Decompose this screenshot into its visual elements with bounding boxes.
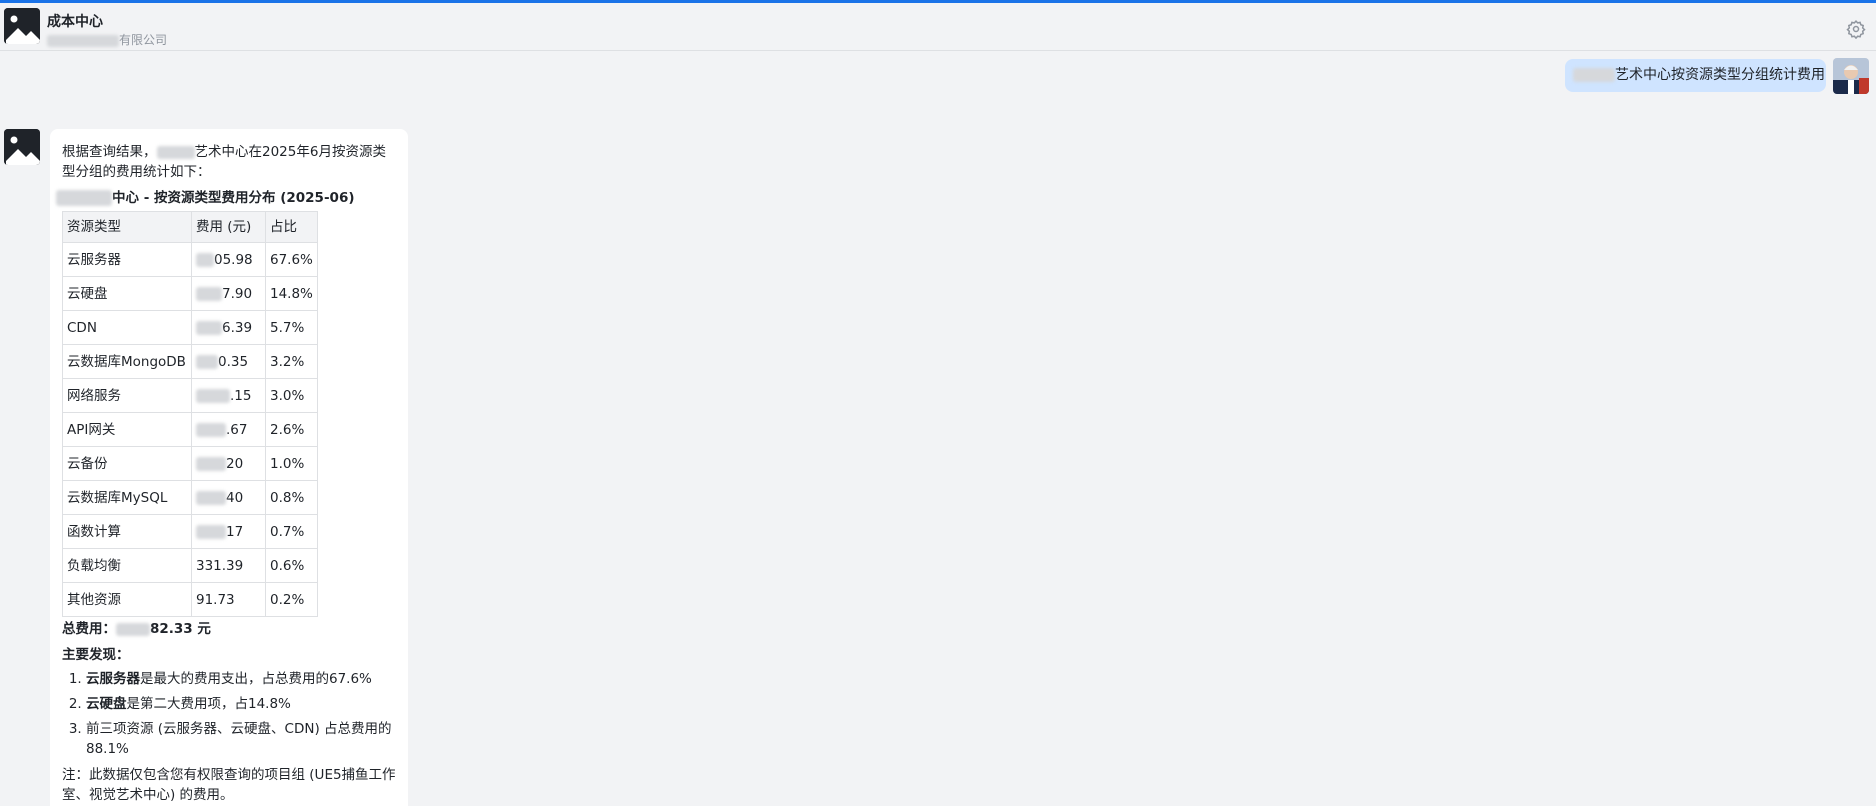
page-title: 成本中心 [47, 14, 103, 30]
table-row: 负载均衡 331.39 0.6% [62, 548, 318, 583]
cell-type: 网络服务 [62, 378, 192, 413]
note-text: 注：此数据仅包含您有权限查询的项目组 (UE5捕鱼工作室、视觉艺术中心) 的费用… [62, 767, 396, 803]
cell-share: 14.8% [265, 276, 318, 311]
cell-cost: 0.35 [191, 344, 266, 379]
cell-cost: 05.98 [191, 242, 266, 277]
cell-type: 其他资源 [62, 582, 192, 617]
table-row: 函数计算 17 0.7% [62, 514, 318, 549]
cell-cost: .15 [191, 378, 266, 413]
bot-avatar[interactable] [4, 129, 40, 165]
total-cost: 总费用： 82.33 元 [62, 621, 211, 637]
cell-share: 0.2% [265, 582, 318, 617]
cell-share: 0.7% [265, 514, 318, 549]
cell-type: 云备份 [62, 446, 192, 481]
bot-message-card: 根据查询结果， 艺术中心在2025年6月按资源类型分组的费用统计如下： 中心 - … [50, 129, 408, 806]
cell-cost: 17 [191, 514, 266, 549]
gear-icon[interactable] [1846, 19, 1866, 40]
col-header-type: 资源类型 [62, 211, 192, 243]
findings-list: 云服务器是最大的费用支出，占总费用的67.6% 云硬盘是第二大费用项，占14.8… [62, 669, 396, 759]
cell-type: 函数计算 [62, 514, 192, 549]
cell-share: 0.6% [265, 548, 318, 583]
table-row: 云硬盘 7.90 14.8% [62, 276, 318, 311]
col-header-cost: 费用 (元) [191, 211, 266, 243]
cell-share: 5.7% [265, 310, 318, 345]
cell-type: 云数据库MongoDB [62, 344, 192, 379]
cell-cost: 40 [191, 480, 266, 515]
cell-share: 67.6% [265, 242, 318, 277]
cell-cost: .67 [191, 412, 266, 447]
findings-title: 主要发现： [62, 647, 130, 663]
table-row: API网关 .67 2.6% [62, 412, 318, 447]
cell-share: 1.0% [265, 446, 318, 481]
user-avatar[interactable] [1833, 58, 1869, 94]
user-message-bubble: 艺术中心按资源类型分组统计费用 [1565, 59, 1826, 92]
user-message-text: 艺术中心按资源类型分组统计费用 [1615, 67, 1825, 83]
bot-avatar[interactable] [4, 8, 40, 44]
user-photo [1833, 58, 1869, 94]
cell-type: 云硬盘 [62, 276, 192, 311]
table-row: 云数据库MongoDB 0.35 3.2% [62, 344, 318, 379]
image-placeholder-icon [4, 129, 40, 165]
cell-type: CDN [62, 310, 192, 345]
cell-cost: 91.73 [191, 582, 266, 617]
table-title: 中心 - 按资源类型费用分布 (2025-06) [56, 188, 396, 208]
image-placeholder-icon [4, 8, 40, 44]
cell-type: 负载均衡 [62, 548, 192, 583]
list-item: 云服务器是最大的费用支出，占总费用的67.6% [86, 669, 396, 689]
list-item: 前三项资源 (云服务器、云硬盘、CDN) 占总费用的88.1% [86, 719, 396, 759]
cell-cost: 6.39 [191, 310, 266, 345]
table-row: 云服务器 05.98 67.6% [62, 242, 318, 277]
intro-text: 根据查询结果， 艺术中心在2025年6月按资源类型分组的费用统计如下： [62, 144, 386, 180]
cell-type: 云数据库MySQL [62, 480, 192, 515]
cell-share: 3.0% [265, 378, 318, 413]
cell-share: 0.8% [265, 480, 318, 515]
table-row: 其他资源 91.73 0.2% [62, 582, 318, 617]
cell-type: API网关 [62, 412, 192, 447]
table-row: 云备份 20 1.0% [62, 446, 318, 481]
chat-header: 成本中心 有限公司 [0, 3, 1876, 51]
cost-table: 资源类型 费用 (元) 占比 云服务器 05.98 67.6% 云硬盘 7.90… [62, 211, 318, 617]
table-row: 网络服务 .15 3.0% [62, 378, 318, 413]
col-header-share: 占比 [265, 211, 318, 243]
company-name: 有限公司 [47, 31, 167, 48]
cell-share: 3.2% [265, 344, 318, 379]
cell-cost: 331.39 [191, 548, 266, 583]
table-row: 云数据库MySQL 40 0.8% [62, 480, 318, 515]
table-header-row: 资源类型 费用 (元) 占比 [62, 211, 318, 243]
cell-cost: 7.90 [191, 276, 266, 311]
cell-share: 2.6% [265, 412, 318, 447]
list-item: 云硬盘是第二大费用项，占14.8% [86, 694, 396, 714]
cell-type: 云服务器 [62, 242, 192, 277]
cell-cost: 20 [191, 446, 266, 481]
table-row: CDN 6.39 5.7% [62, 310, 318, 345]
